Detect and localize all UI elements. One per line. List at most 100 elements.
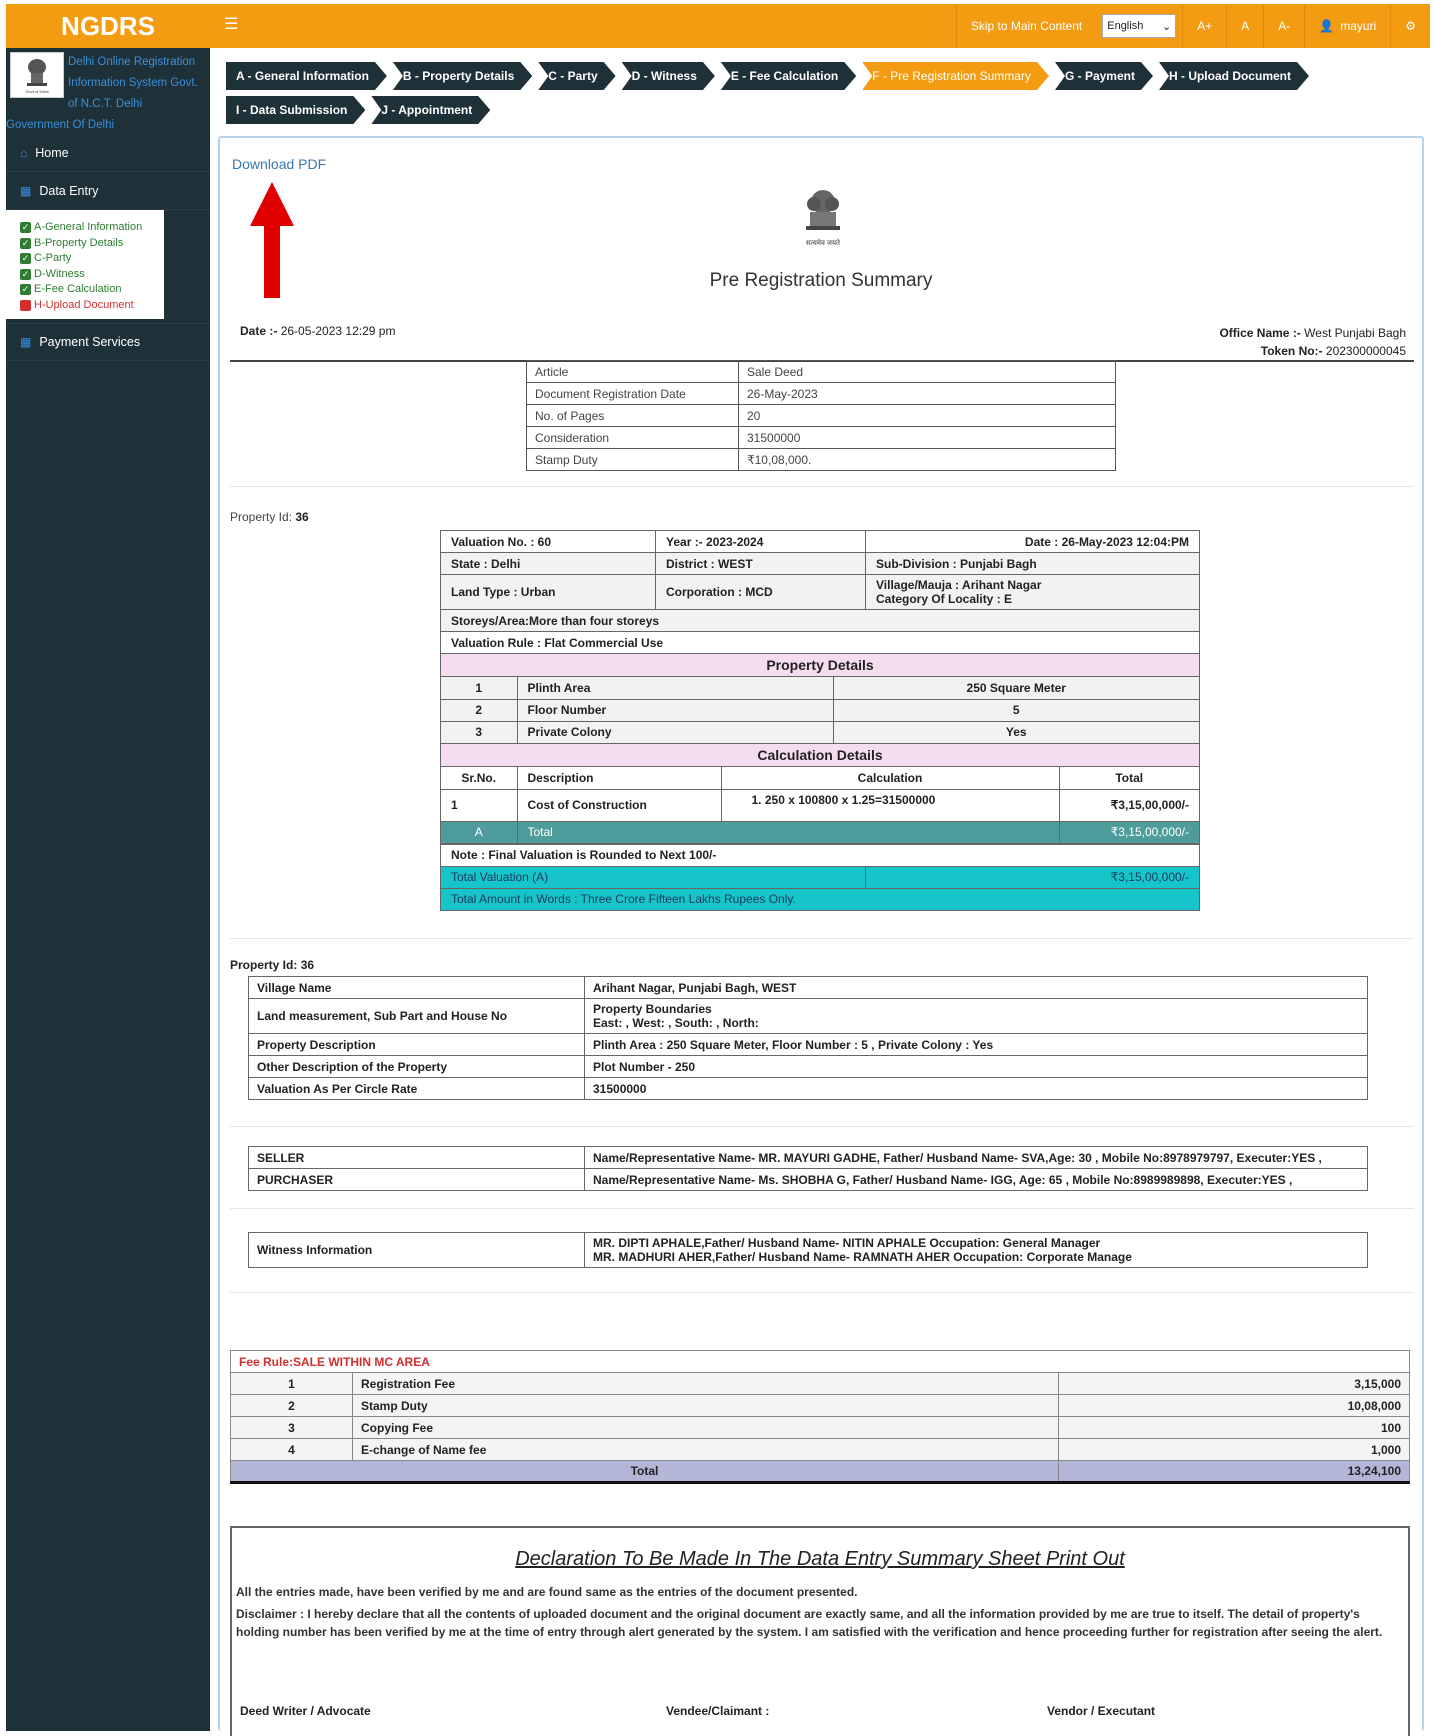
table-row: Valuation As Per Circle Rate 31500000 [248,1077,1368,1100]
valuation-table: Valuation No. : 60 Year :- 2023-2024 Date … [440,530,1200,911]
table-row: 1 Registration Fee 3,15,000 [230,1372,1410,1395]
check-icon: ✓ [20,253,31,265]
document-info-table: Article Sale Deed Document Registration D… [526,360,1116,471]
check-icon: ✓ [20,222,31,234]
property-detail-table: Village Name Arihant Nagar, Punjabi Bagh,… [248,976,1368,1100]
declaration-text: All the entries made, have been verified… [236,1585,858,1599]
sidebar: NGDRS Govt of Delhi Delhi Online Registr… [6,4,210,1731]
table-row: Witness Information MR. DIPTI APHALE,Fath… [248,1232,1368,1268]
table-row: Stamp Duty ₹10,08,000. [526,448,1116,471]
table-row: Note : Final Valuation is Rounded to Nex… [440,843,1200,867]
home-icon: ⌂ [20,145,28,160]
table-row: Other Description of the Property Plot Nu… [248,1055,1368,1078]
brand-logo-box: Govt of Delhi Delhi Online Registration … [6,48,210,134]
menu-toggle-icon[interactable]: ☰ [224,14,238,34]
user-avatar-icon: 👤 [1319,19,1335,33]
table-row: 2 Stamp Duty 10,08,000 [230,1394,1410,1417]
submenu-item-party[interactable]: ✓ C-Party [20,251,160,267]
submenu-item-general[interactable]: ✓ A-General Information [20,220,160,236]
table-row: State : Delhi District : WEST Sub-Division… [440,552,1200,575]
skip-to-main-link[interactable]: Skip to Main Content [955,4,1096,48]
tab-pre-registration-summary[interactable]: F - Pre Registration Summary [862,62,1049,90]
grid-icon: ▦ [20,335,32,349]
table-row: Valuation Rule : Flat Commercial Use [440,631,1200,654]
signature-vendee: Vendee/Claimant : [666,1704,770,1718]
svg-text:Govt of Delhi: Govt of Delhi [25,89,48,94]
signature-vendor: Vendor / Executant [1047,1704,1156,1718]
table-row: Land Type : Urban Corporation : MCD Villag… [440,574,1200,610]
divider [230,1126,1414,1127]
sidebar-item-label: Payment Services [39,335,141,349]
chevron-down-icon: ⌄ [1162,20,1172,33]
table-row: PURCHASER Name/Representative Name- Ms. S… [248,1168,1368,1191]
brand-title[interactable]: NGDRS [6,4,210,48]
section-heading: Calculation Details [440,743,1200,767]
submenu-item-fee[interactable]: ✓ E-Fee Calculation [20,282,160,298]
table-row: Valuation No. : 60 Year :- 2023-2024 Date … [440,530,1200,553]
table-row: Sr.No. Description Calculation Total 1 Cost … [440,766,1200,845]
tab-upload-document[interactable]: H - Upload Document [1159,62,1309,90]
table-row: Consideration 31500000 [526,426,1116,449]
emblem-logo: Govt of Delhi [10,52,64,98]
tab-fee-calculation[interactable]: E - Fee Calculation [721,62,856,90]
font-increase-button[interactable]: A+ [1182,4,1226,48]
submenu-item-witness[interactable]: ✓ D-Witness [20,267,160,283]
check-icon: ✓ [20,284,31,296]
tab-appointment[interactable]: J - Appointment [371,96,490,124]
declaration-title: Declaration To Be Made In The Data Entry… [515,1548,1125,1570]
sidebar-item-home[interactable]: ⌂ Home [6,134,210,172]
table-row: 3 Copying Fee 100 [230,1416,1410,1439]
fee-rule-row: Fee Rule:SALE WITHIN MC AREA [230,1350,1410,1373]
submenu-item-upload[interactable]: H-Upload Document [20,298,160,314]
sidebar-item-payment[interactable]: ▦ Payment Services [6,323,210,361]
parties-table: SELLER Name/Representative Name- MR. MAYU… [248,1146,1368,1191]
language-select[interactable]: English ⌄ [1102,14,1177,38]
sidebar-item-label: Data Entry [39,183,99,198]
tab-witness[interactable]: D - Witness [622,62,715,90]
font-normal-button[interactable]: A [1226,4,1263,48]
top-bar: ☰ Skip to Main Content English ⌄ A+ A A- … [210,4,1430,48]
section-heading: Property Details [440,653,1200,677]
brand-subtitle-2: Government Of Delhi [6,119,115,131]
table-row: Storeys/Area:More than four storeys [440,609,1200,632]
check-icon: ✓ [20,237,31,249]
disclaimer-text: Disclaimer : I hereby declare that all t… [236,1607,1383,1639]
check-icon: ✓ [20,268,31,280]
sidebar-item-data-entry[interactable]: ▦ Data Entry [6,172,210,210]
submenu-item-property[interactable]: ✓ B-Property Details [20,236,160,252]
divider [230,1208,1414,1209]
property-id-2: Property Id: 36 [230,958,315,972]
table-row: Land measurement, Sub Part and House No P… [248,998,1368,1034]
property-id: Property Id: 36 [230,510,309,524]
font-decrease-button[interactable]: A- [1263,4,1304,48]
brand-subtitle: Delhi Online Registration Information Sy… [68,56,198,110]
data-entry-submenu: ✓ A-General Information ✓ B-Property Detai… [6,210,164,319]
download-pdf-link[interactable]: Download PDF [232,156,326,172]
tab-property-details[interactable]: B - Property Details [393,62,532,90]
pending-square-icon [20,299,31,311]
tab-general-information[interactable]: A - General Information [226,62,387,90]
table-row: Total Valuation (A) ₹3,15,00,000/- [440,865,1200,889]
divider [230,938,1414,939]
divider [230,486,1414,487]
table-row: 4 E-change of Name fee 1,000 [230,1438,1410,1461]
sidebar-item-label: Home [35,145,69,160]
wizard-tabs: A - General Information B - Property Det… [226,62,1426,130]
table-row: Article Sale Deed [526,360,1116,383]
summary-panel: Download PDF सत्यमेव जयते Pre Registrati… [218,136,1424,1736]
fee-table: Fee Rule:SALE WITHIN MC AREA 1 Registrati… [230,1350,1410,1484]
tab-party[interactable]: C - Party [538,62,615,90]
witness-table: Witness Information MR. DIPTI APHALE,Fath… [248,1232,1368,1268]
tab-data-submission[interactable]: I - Data Submission [226,96,365,124]
office-info: Office Name :- West Punjabi Bagh Token N… [1219,326,1406,358]
user-menu[interactable]: 👤 mayuri [1304,4,1390,48]
national-emblem-icon: सत्यमेव जयते [790,184,856,250]
tab-payment[interactable]: G - Payment [1055,62,1153,90]
settings-icon[interactable]: ⚙ [1390,4,1430,48]
table-row: Property Description Plinth Area : 250 Sq… [248,1033,1368,1056]
summary-date: Date :- 26-05-2023 12:29 pm [240,324,396,338]
fee-total-row: Total 13,24,100 [230,1460,1410,1484]
table-row: 1 Plinth Area 250 Square Meter 2 Floor Numb… [440,676,1200,744]
signature-deed-writer: Deed Writer / Advocate [240,1704,371,1718]
divider [230,1292,1414,1293]
